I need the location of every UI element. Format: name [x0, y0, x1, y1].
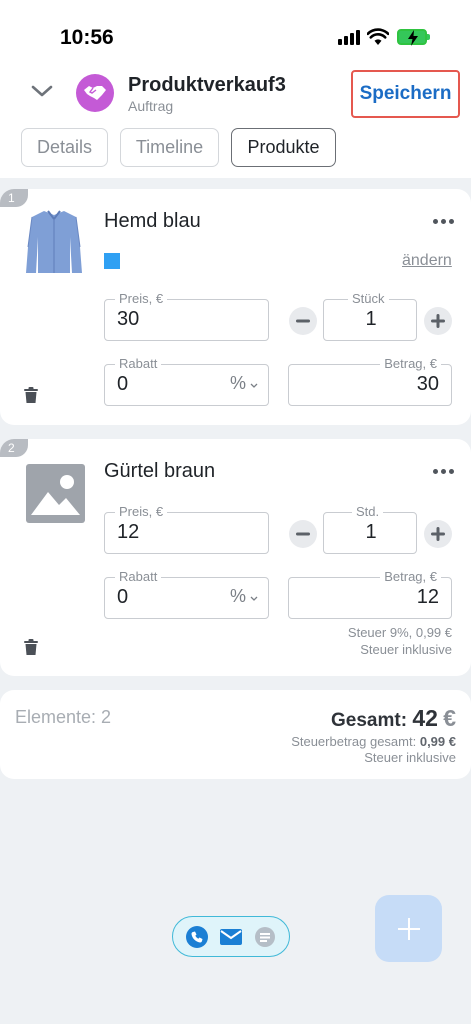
phone-icon[interactable] [186, 925, 208, 948]
plus-icon [397, 917, 420, 940]
quantity-label: Std. [352, 504, 384, 519]
decrement-button[interactable] [289, 307, 317, 335]
color-swatch [104, 253, 120, 269]
product-name[interactable]: Hemd blau [104, 210, 201, 233]
tab-details[interactable]: Details [21, 128, 108, 167]
discount-value: 0 [117, 373, 129, 395]
status-bar: 10:56 [0, 0, 471, 70]
total-amount: Gesamt: 42 € [331, 705, 456, 732]
handshake-icon [84, 86, 106, 100]
discount-unit-select[interactable]: % [230, 373, 246, 394]
chevron-down-icon [250, 383, 258, 388]
image-placeholder-icon [26, 464, 85, 523]
amount-value: 12 [416, 586, 439, 608]
chevron-down-icon [250, 596, 258, 601]
plus-icon [431, 314, 445, 328]
increment-button[interactable] [424, 307, 452, 335]
quantity-label: Stück [348, 291, 389, 306]
tab-products[interactable]: Produkte [231, 128, 336, 167]
price-input[interactable]: Preis, € 30 [104, 291, 269, 341]
discount-input[interactable]: Rabatt 0 % [104, 356, 269, 406]
amount-value: 30 [416, 373, 439, 395]
quantity-input[interactable]: Stück 1 [323, 291, 417, 341]
total-label: Gesamt: [331, 710, 408, 731]
price-value: 12 [117, 521, 140, 543]
amount-label: Betrag, € [380, 356, 441, 371]
page-subtitle: Auftrag [128, 98, 174, 114]
discount-value: 0 [117, 586, 129, 608]
discount-unit-select[interactable]: % [230, 586, 246, 607]
increment-button[interactable] [424, 520, 452, 548]
chat-icon[interactable] [254, 926, 276, 948]
quantity-input[interactable]: Std. 1 [323, 504, 417, 554]
trash-icon[interactable] [24, 387, 38, 403]
price-value: 30 [117, 308, 140, 330]
chevron-down-icon[interactable] [30, 83, 54, 99]
product-index-badge: 1 [0, 189, 28, 207]
order-summary: Elemente: 2 Gesamt: 42 € Steuerbetrag ge… [0, 690, 471, 779]
product-name[interactable]: Gürtel braun [104, 460, 215, 483]
product-index-badge: 2 [0, 439, 28, 457]
tab-timeline[interactable]: Timeline [120, 128, 219, 167]
total-value: 42 [412, 705, 438, 731]
change-link[interactable]: ändern [402, 252, 452, 270]
more-options-icon[interactable] [433, 469, 454, 474]
amount-input[interactable]: Betrag, € 30 [288, 356, 452, 406]
cellular-signal-icon [338, 30, 360, 45]
total-currency: € [443, 705, 456, 731]
page-title: Produktverkauf3 [128, 74, 286, 96]
mail-icon[interactable] [220, 926, 242, 948]
trash-icon[interactable] [24, 639, 38, 655]
decrement-button[interactable] [289, 520, 317, 548]
more-options-icon[interactable] [433, 219, 454, 224]
battery-charging-icon [397, 29, 430, 46]
tax-total-label: Steuerbetrag gesamt: [291, 734, 417, 749]
deal-avatar [76, 74, 114, 112]
amount-label: Betrag, € [380, 569, 441, 584]
tax-mode: Steuer inklusive [360, 642, 452, 657]
discount-label: Rabatt [115, 569, 162, 584]
tab-bar: Details Timeline Produkte [21, 128, 336, 167]
communication-bar [172, 916, 290, 957]
tax-total-value: 0,99 € [419, 734, 456, 749]
quantity-value: 1 [365, 308, 377, 330]
price-label: Preis, € [115, 504, 168, 519]
product-card: 2 Gürtel braun Preis, € 12 Std. 1 Rabatt… [0, 439, 471, 676]
tax-mode: Steuer inklusive [364, 750, 456, 765]
price-input[interactable]: Preis, € 12 [104, 504, 269, 554]
discount-input[interactable]: Rabatt 0 % [104, 569, 269, 619]
header: Produktverkauf3 Auftrag Speichern Detail… [0, 70, 471, 178]
amount-input[interactable]: Betrag, € 12 [288, 569, 452, 619]
elements-count: Elemente: 2 [15, 707, 112, 727]
tax-total: Steuerbetrag gesamt: 0,99 € [291, 734, 456, 749]
price-label: Preis, € [115, 291, 168, 306]
save-button[interactable]: Speichern [351, 70, 460, 118]
minus-icon [296, 532, 310, 536]
minus-icon [296, 319, 310, 323]
status-time: 10:56 [60, 26, 114, 49]
product-card: 1 Hemd blau ändern Preis, € 30 Stück 1 R… [0, 189, 471, 425]
product-image-shirt [26, 210, 82, 273]
plus-icon [431, 527, 445, 541]
tax-info: Steuer 9%, 0,99 € [347, 625, 452, 640]
wifi-icon [367, 28, 389, 45]
discount-label: Rabatt [115, 356, 162, 371]
quantity-value: 1 [365, 521, 377, 543]
add-button[interactable] [375, 895, 442, 962]
